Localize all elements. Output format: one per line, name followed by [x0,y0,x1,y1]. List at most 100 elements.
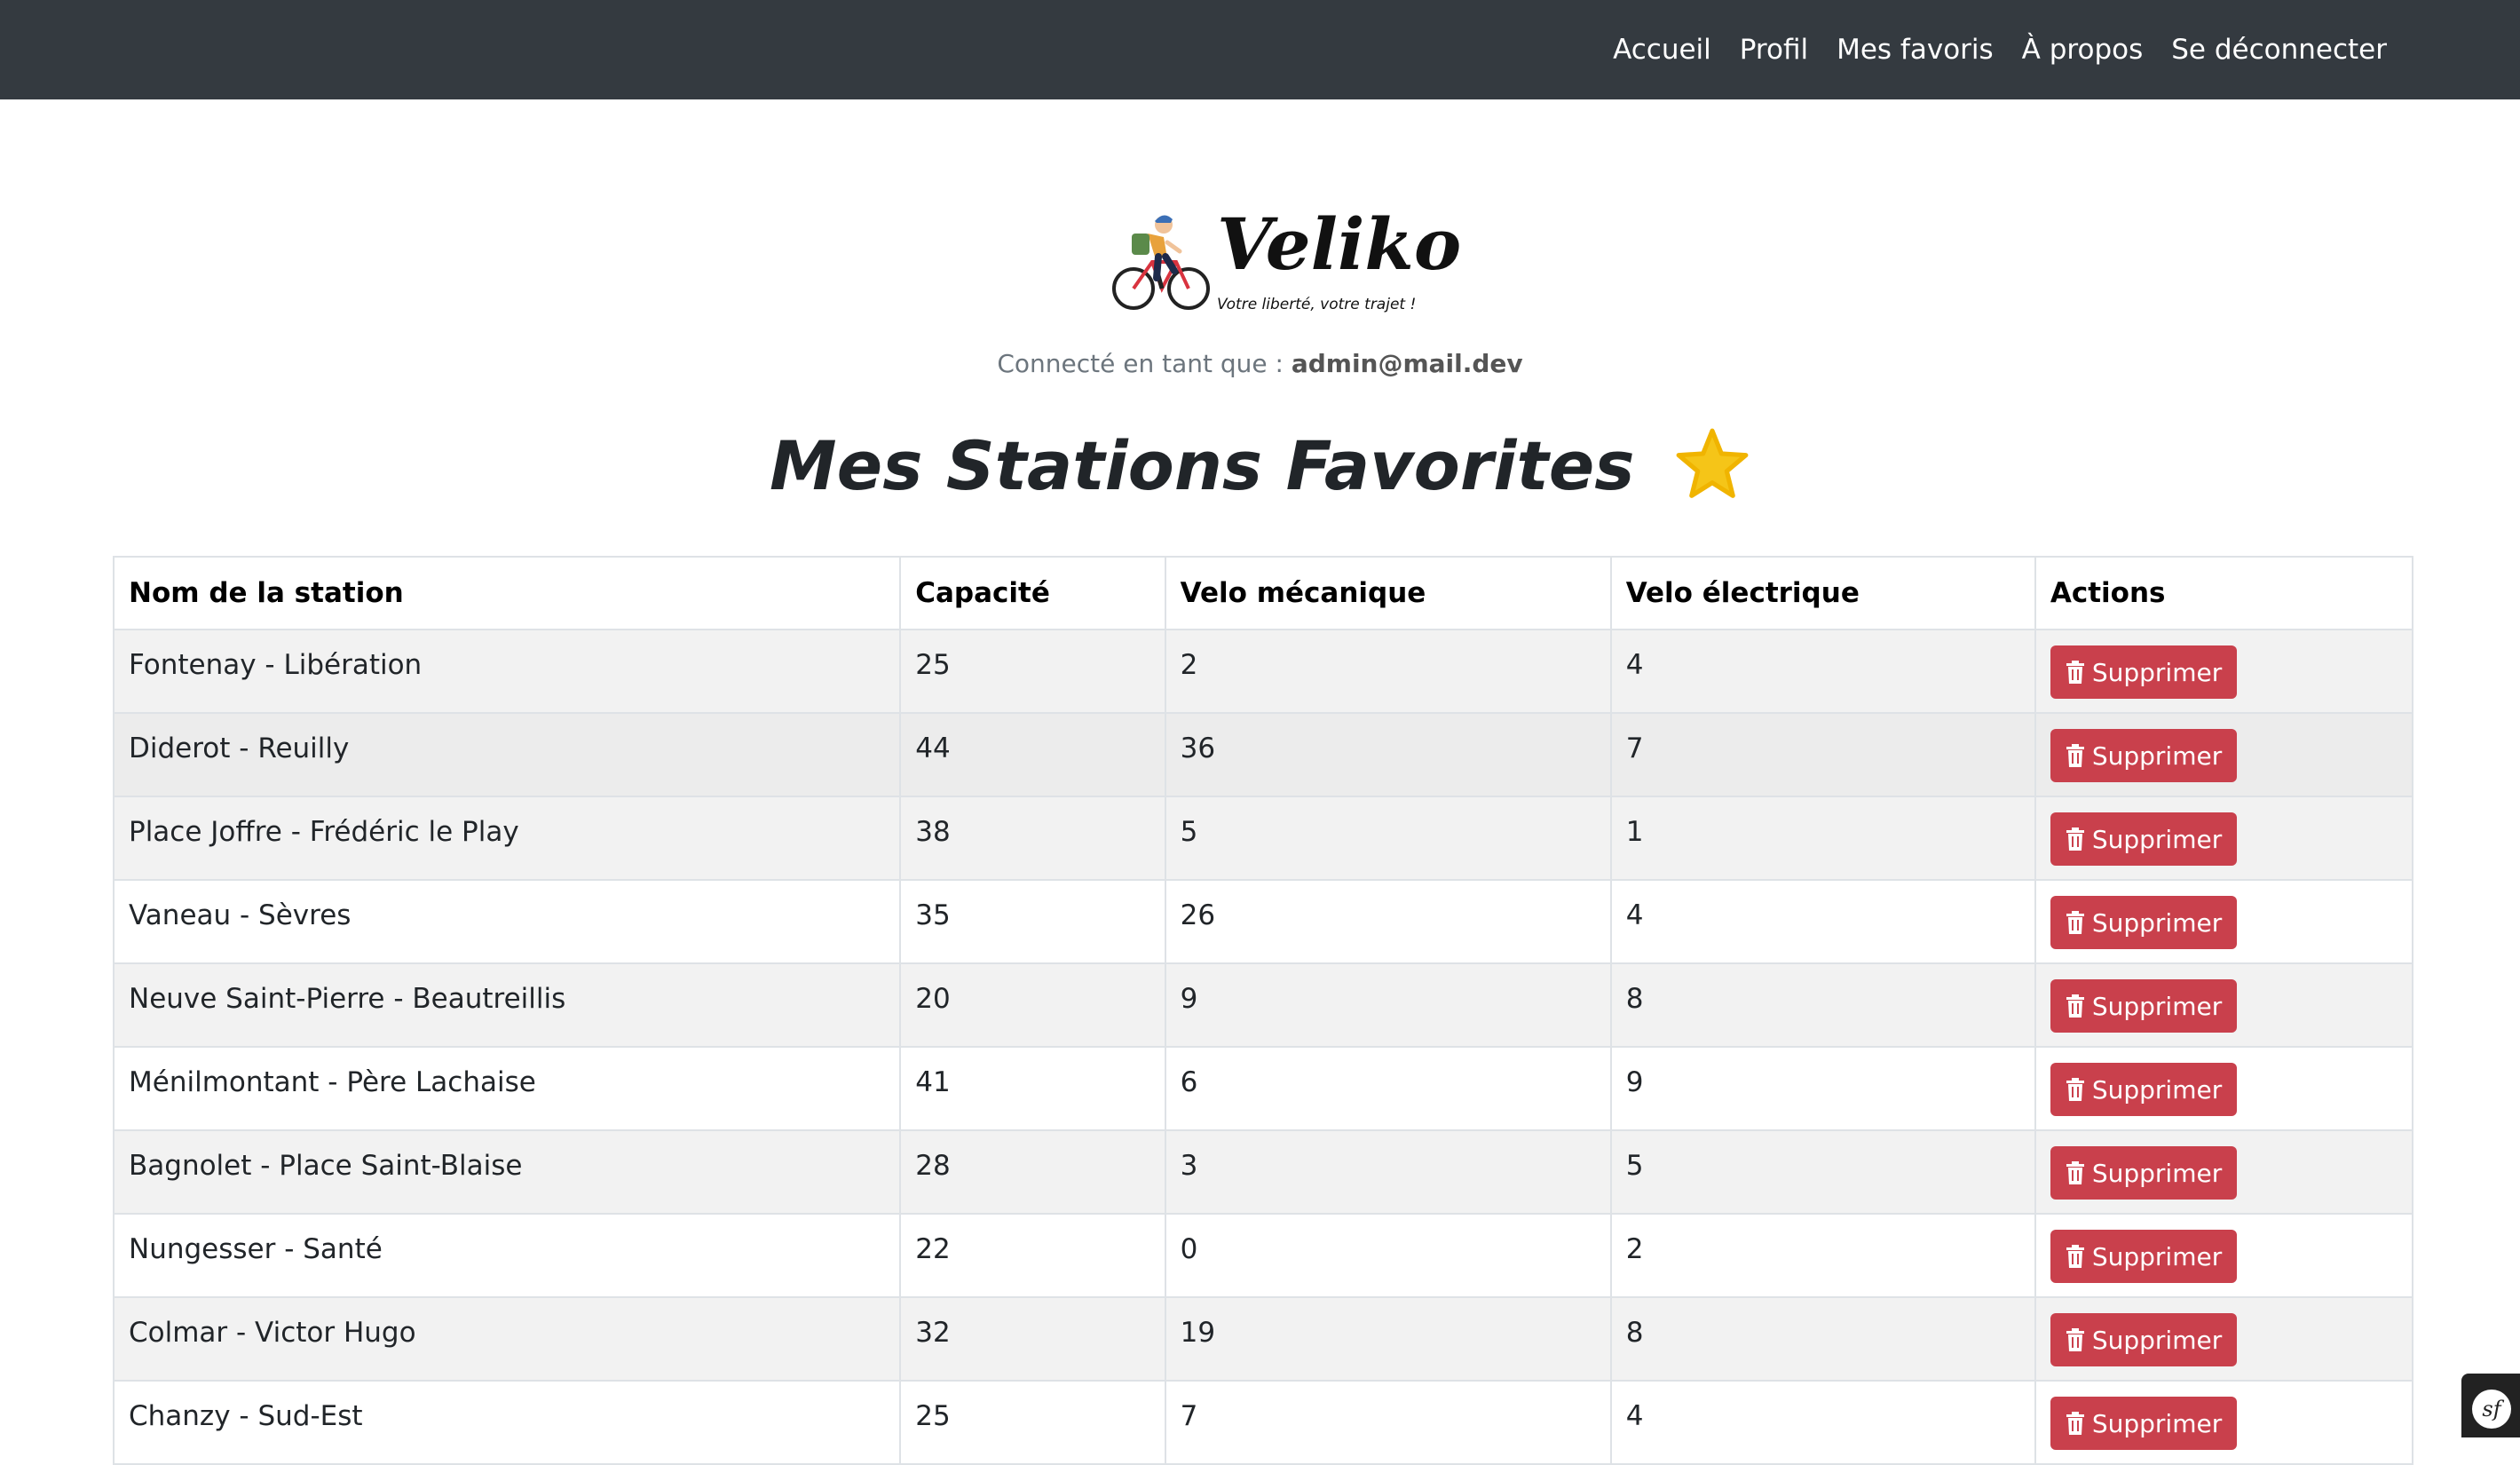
nav-link-accueil[interactable]: Accueil [1599,34,1726,66]
table-row: Colmar - Victor Hugo 32 19 8 Supprimer [114,1297,2413,1381]
electric-cell: 7 [1611,713,2035,796]
cyclist-icon [1112,207,1210,313]
capacity-cell: 38 [900,796,1165,880]
symfony-debug-toolbar[interactable]: sf [2461,1374,2520,1437]
mechanical-cell: 26 [1165,880,1611,963]
delete-button-label: Supprimer [2092,1159,2222,1188]
delete-button[interactable]: Supprimer [2050,1397,2237,1450]
capacity-cell: 41 [900,1047,1165,1130]
capacity-cell: 25 [900,1381,1165,1464]
table-row: Nungesser - Santé 22 0 2 Supprimer [114,1214,2413,1297]
electric-cell: 8 [1611,1297,2035,1381]
station-name-cell: Colmar - Victor Hugo [114,1297,900,1381]
delete-button-label: Supprimer [2092,1075,2222,1105]
actions-cell: Supprimer [2035,1130,2413,1214]
trash-icon [2066,1245,2085,1268]
electric-cell: 5 [1611,1130,2035,1214]
delete-button-label: Supprimer [2092,908,2222,938]
user-email: admin@mail.dev [1292,349,1523,378]
table-row: Vaneau - Sèvres 35 26 4 Supprimer [114,880,2413,963]
actions-cell: Supprimer [2035,1297,2413,1381]
capacity-cell: 22 [900,1214,1165,1297]
capacity-cell: 20 [900,963,1165,1047]
mechanical-cell: 0 [1165,1214,1611,1297]
trash-icon [2066,994,2085,1018]
capacity-cell: 25 [900,630,1165,713]
mechanical-cell: 9 [1165,963,1611,1047]
actions-cell: Supprimer [2035,880,2413,963]
delete-button[interactable]: Supprimer [2050,1146,2237,1200]
station-name-cell: Bagnolet - Place Saint-Blaise [114,1130,900,1214]
actions-cell: Supprimer [2035,1214,2413,1297]
station-name-cell: Diderot - Reuilly [114,713,900,796]
trash-icon [2066,1078,2085,1101]
trash-icon [2066,744,2085,767]
mechanical-cell: 19 [1165,1297,1611,1381]
actions-cell: Supprimer [2035,796,2413,880]
mechanical-cell: 2 [1165,630,1611,713]
trash-icon [2066,1328,2085,1351]
header-mechanical-bikes: Velo mécanique [1165,557,1611,630]
veliko-logo: Veliko Votre liberté, votre trajet ! [1112,200,1414,315]
mechanical-cell: 5 [1165,796,1611,880]
delete-button[interactable]: Supprimer [2050,729,2237,782]
capacity-cell: 35 [900,880,1165,963]
actions-cell: Supprimer [2035,1047,2413,1130]
station-name-cell: Fontenay - Libération [114,630,900,713]
symfony-icon: sf [2472,1390,2511,1429]
page-title: Mes Stations Favorites [0,426,2520,505]
electric-cell: 4 [1611,630,2035,713]
station-name-cell: Neuve Saint-Pierre - Beautreillis [114,963,900,1047]
delete-button-label: Supprimer [2092,1326,2222,1355]
actions-cell: Supprimer [2035,713,2413,796]
delete-button[interactable]: Supprimer [2050,1313,2237,1366]
nav-link-se-deconnecter[interactable]: Se déconnecter [2157,34,2401,66]
station-name-cell: Nungesser - Santé [114,1214,900,1297]
header-electric-bikes: Velo électrique [1611,557,2035,630]
electric-cell: 9 [1611,1047,2035,1130]
delete-button-label: Supprimer [2092,825,2222,854]
star-icon [1674,426,1750,503]
logo-tagline: Votre liberté, votre trajet ! [1217,296,1416,313]
capacity-cell: 44 [900,713,1165,796]
electric-cell: 4 [1611,880,2035,963]
delete-button[interactable]: Supprimer [2050,812,2237,866]
delete-button-label: Supprimer [2092,1242,2222,1271]
table-row: Neuve Saint-Pierre - Beautreillis 20 9 8… [114,963,2413,1047]
delete-button[interactable]: Supprimer [2050,1230,2237,1283]
delete-button-label: Supprimer [2092,658,2222,687]
capacity-cell: 32 [900,1297,1165,1381]
table-row: Diderot - Reuilly 44 36 7 Supprimer [114,713,2413,796]
delete-button-label: Supprimer [2092,1409,2222,1438]
delete-button[interactable]: Supprimer [2050,1063,2237,1116]
nav-link-a-propos[interactable]: À propos [2008,34,2158,66]
electric-cell: 1 [1611,796,2035,880]
mechanical-cell: 6 [1165,1047,1611,1130]
station-name-cell: Vaneau - Sèvres [114,880,900,963]
nav-link-mes-favoris[interactable]: Mes favoris [1822,34,2008,66]
delete-button[interactable]: Supprimer [2050,979,2237,1033]
logo-brand-text: Veliko [1217,200,1461,289]
actions-cell: Supprimer [2035,1381,2413,1464]
delete-button[interactable]: Supprimer [2050,896,2237,949]
header-actions: Actions [2035,557,2413,630]
connected-user-text: Connecté en tant que : admin@mail.dev [0,349,2520,378]
header-capacity: Capacité [900,557,1165,630]
nav-link-profil[interactable]: Profil [1726,34,1822,66]
trash-icon [2066,828,2085,851]
top-navbar: Accueil Profil Mes favoris À propos Se d… [0,0,2520,99]
electric-cell: 2 [1611,1214,2035,1297]
table-row: Fontenay - Libération 25 2 4 Supprimer [114,630,2413,713]
actions-cell: Supprimer [2035,963,2413,1047]
table-row: Ménilmontant - Père Lachaise 41 6 9 Supp… [114,1047,2413,1130]
table-header-row: Nom de la station Capacité Velo mécaniqu… [114,557,2413,630]
capacity-cell: 28 [900,1130,1165,1214]
actions-cell: Supprimer [2035,630,2413,713]
electric-cell: 4 [1611,1381,2035,1464]
station-name-cell: Ménilmontant - Père Lachaise [114,1047,900,1130]
nav-menu: Accueil Profil Mes favoris À propos Se d… [1599,0,2401,99]
delete-button[interactable]: Supprimer [2050,645,2237,699]
station-name-cell: Chanzy - Sud-Est [114,1381,900,1464]
page-title-text: Mes Stations Favorites [770,426,1635,505]
mechanical-cell: 36 [1165,713,1611,796]
